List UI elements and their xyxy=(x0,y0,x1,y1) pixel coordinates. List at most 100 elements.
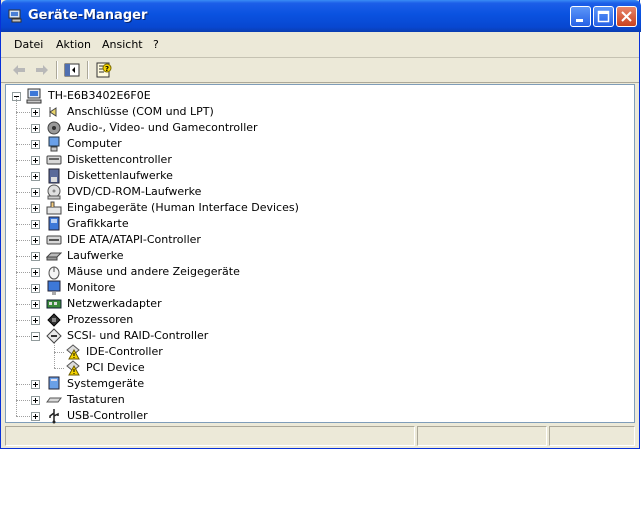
expand-toggle[interactable] xyxy=(31,236,40,245)
expand-toggle[interactable] xyxy=(31,204,40,213)
expand-toggle[interactable] xyxy=(31,316,40,325)
menu-aktion[interactable]: Aktion xyxy=(56,38,91,51)
expand-toggle[interactable] xyxy=(31,124,40,133)
menu-ansicht[interactable]: Ansicht xyxy=(102,38,143,51)
tree-item-category[interactable]: Laufwerke xyxy=(6,248,406,264)
tree-item-category[interactable]: Diskettenlaufwerke xyxy=(6,168,406,184)
mouse-icon xyxy=(48,266,60,280)
tree-connector xyxy=(16,224,30,225)
expand-toggle[interactable] xyxy=(31,380,40,389)
tree-item-category[interactable]: Grafikkarte xyxy=(6,216,406,232)
menu-bar: Datei Aktion Ansicht ? xyxy=(1,32,639,58)
audio-icon xyxy=(47,121,61,135)
tree-item-category[interactable]: SCSI- und RAID-Controller xyxy=(6,328,406,344)
tree-item-category[interactable]: IDE ATA/ATAPI-Controller xyxy=(6,232,406,248)
minimize-button[interactable] xyxy=(570,6,591,27)
computer-name: TH-E6B3402E6F0E xyxy=(48,89,151,102)
title-bar[interactable]: Geräte-Manager xyxy=(1,0,641,32)
expand-toggle[interactable] xyxy=(31,188,40,197)
toolbar-separator xyxy=(87,61,89,79)
floppy-drive-icon xyxy=(48,168,60,184)
maximize-button[interactable] xyxy=(593,6,614,27)
tree-item-label: Monitore xyxy=(67,281,116,294)
expand-toggle[interactable] xyxy=(31,412,40,421)
scsi-icon xyxy=(46,328,62,344)
tree-item-label: Eingabegeräte (Human Interface Devices) xyxy=(67,201,299,214)
tree-item-category[interactable]: USB-Controller xyxy=(6,408,406,424)
usb-icon xyxy=(49,409,59,424)
show-hide-console-tree-icon[interactable] xyxy=(63,61,81,79)
tree-item-category[interactable]: Mäuse und andere Zeigegeräte xyxy=(6,264,406,280)
tree-connector xyxy=(16,288,30,289)
device-manager-icon xyxy=(8,9,22,23)
cdrom-icon xyxy=(47,184,61,200)
menu-help[interactable]: ? xyxy=(153,38,159,51)
maximize-icon xyxy=(597,10,610,23)
tree-connector xyxy=(16,240,30,241)
warning-device-icon xyxy=(66,360,80,376)
system-device-icon xyxy=(48,376,60,390)
forward-arrow-icon[interactable] xyxy=(33,61,51,79)
hid-icon xyxy=(46,201,62,215)
port-icon xyxy=(49,107,57,117)
expand-toggle[interactable] xyxy=(31,108,40,117)
tree-item-device[interactable]: PCI Device xyxy=(6,360,306,376)
tree-item-category[interactable]: Netzwerkadapter xyxy=(6,296,406,312)
collapse-toggle[interactable] xyxy=(31,332,40,341)
toolbar: ? xyxy=(1,58,639,83)
expand-toggle[interactable] xyxy=(31,156,40,165)
tree-item-category[interactable]: Anschlüsse (COM und LPT) xyxy=(6,104,406,120)
tree-item-device[interactable]: IDE-Controller xyxy=(6,344,306,360)
tree-item-label: Diskettenlaufwerke xyxy=(67,169,173,182)
tree-item-label: USB-Controller xyxy=(67,409,148,422)
tree-connector xyxy=(54,352,64,353)
tree-item-label: Grafikkarte xyxy=(67,217,129,230)
tree-connector xyxy=(16,384,30,385)
close-button[interactable] xyxy=(616,6,637,27)
expand-toggle[interactable] xyxy=(31,284,40,293)
expand-toggle[interactable] xyxy=(31,252,40,261)
tree-item-category[interactable]: Systemgeräte xyxy=(6,376,406,392)
status-panel-3 xyxy=(549,426,635,446)
tree-item-category[interactable]: Diskettencontroller xyxy=(6,152,406,168)
network-adapter-icon xyxy=(46,299,62,309)
computer-icon xyxy=(48,136,60,152)
tree-item-label: DVD/CD-ROM-Laufwerke xyxy=(67,185,202,198)
tree-item-category[interactable]: Computer xyxy=(6,136,406,152)
tree-item-label: PCI Device xyxy=(86,361,145,374)
tree-root[interactable]: TH-E6B3402E6F0E xyxy=(12,88,212,104)
expand-toggle[interactable] xyxy=(31,396,40,405)
expand-toggle[interactable] xyxy=(31,140,40,149)
keyboard-icon xyxy=(46,397,62,403)
toolbar-separator xyxy=(56,61,58,79)
tree-item-category[interactable]: Monitore xyxy=(6,280,406,296)
tree-item-category[interactable]: Audio-, Video- und Gamecontroller xyxy=(6,120,406,136)
tree-connector xyxy=(16,208,30,209)
warning-device-icon xyxy=(66,344,80,360)
tree-connector xyxy=(16,416,30,417)
processor-icon xyxy=(47,313,61,327)
menu-datei[interactable]: Datei xyxy=(14,38,43,51)
svg-text:?: ? xyxy=(105,65,109,73)
tree-connector xyxy=(16,176,30,177)
tree-item-category[interactable]: Prozessoren xyxy=(6,312,406,328)
expand-toggle[interactable] xyxy=(31,300,40,309)
tree-connector xyxy=(16,128,30,129)
tree-connector xyxy=(16,320,30,321)
tree-connector xyxy=(16,336,30,337)
tree-item-label: Anschlüsse (COM und LPT) xyxy=(67,105,214,118)
window-title: Geräte-Manager xyxy=(28,8,148,23)
expand-toggle[interactable] xyxy=(31,220,40,229)
properties-icon[interactable]: ? xyxy=(95,61,113,79)
device-tree[interactable]: TH-E6B3402E6F0E Anschlüsse (COM und LPT)… xyxy=(5,84,635,424)
tree-item-category[interactable]: Tastaturen xyxy=(6,392,406,408)
tree-item-label: Computer xyxy=(67,137,122,150)
tree-item-category[interactable]: DVD/CD-ROM-Laufwerke xyxy=(6,184,406,200)
tree-item-category[interactable]: Eingabegeräte (Human Interface Devices) xyxy=(6,200,406,216)
expand-toggle[interactable] xyxy=(31,172,40,181)
back-arrow-icon[interactable] xyxy=(10,61,28,79)
tree-item-label: IDE-Controller xyxy=(86,345,163,358)
expand-toggle[interactable] xyxy=(31,268,40,277)
tree-connector xyxy=(16,400,30,401)
close-icon xyxy=(621,11,632,22)
